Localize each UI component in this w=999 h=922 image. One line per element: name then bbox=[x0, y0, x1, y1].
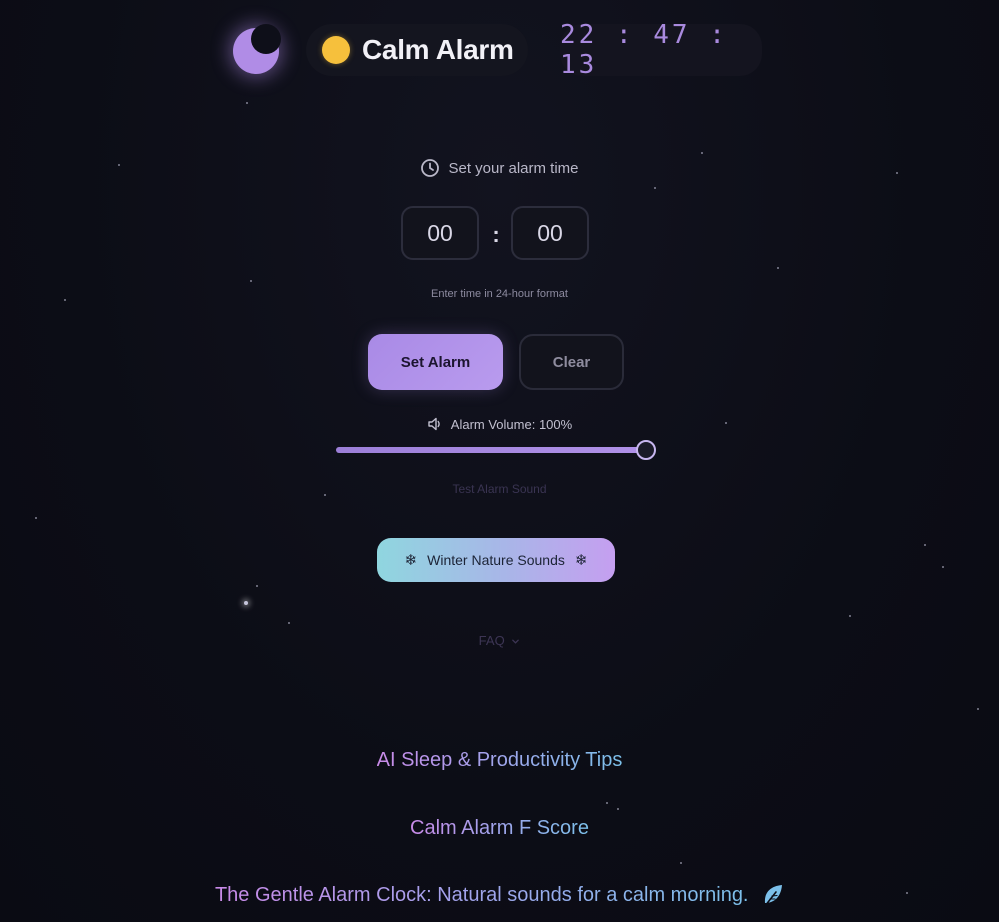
speaker-icon bbox=[428, 417, 440, 431]
nature-sounds-label: Winter Nature Sounds bbox=[427, 552, 565, 568]
theme-toggle-button[interactable] bbox=[228, 24, 284, 80]
set-alarm-label-text: Set your alarm time bbox=[448, 159, 579, 177]
volume-label: Alarm Volume: 100% bbox=[0, 416, 999, 432]
winter-nature-sounds-button[interactable]: ❄ Winter Nature Sounds ❄ bbox=[377, 538, 615, 582]
sleep-tips-link-row: AI Sleep & Productivity Tips bbox=[0, 749, 999, 772]
snowflake-icon: ❄ bbox=[574, 552, 588, 569]
faq-toggle[interactable]: FAQ bbox=[0, 633, 999, 648]
set-alarm-button[interactable]: Set Alarm bbox=[368, 334, 503, 390]
page-title: Calm Alarm bbox=[362, 34, 514, 65]
time-format-hint: Enter time in 24-hour format bbox=[431, 288, 568, 300]
sleep-tips-link[interactable]: AI Sleep & Productivity Tips bbox=[377, 749, 623, 771]
current-time-display: 22 : 47 : 13 bbox=[560, 20, 762, 80]
faq-label: FAQ bbox=[478, 633, 505, 648]
volume-slider-thumb[interactable] bbox=[636, 440, 656, 460]
time-separator: : bbox=[492, 222, 500, 247]
tagline-row: The Gentle Alarm Clock: Natural sounds f… bbox=[0, 884, 999, 908]
volume-slider-fill bbox=[336, 447, 646, 453]
calm-alarm-score-link[interactable]: Calm Alarm F Score bbox=[410, 817, 589, 839]
score-link-row: Calm Alarm F Score bbox=[0, 817, 999, 840]
clock-icon bbox=[421, 159, 440, 177]
minutes-input[interactable] bbox=[511, 206, 589, 260]
sun-icon bbox=[322, 36, 350, 64]
volume-label-text: Alarm Volume: 100% bbox=[450, 416, 573, 432]
page: Calm Alarm 22 : 47 : 13 Set your alarm t… bbox=[0, 0, 999, 922]
tagline-text: The Gentle Alarm Clock: Natural sounds f… bbox=[214, 884, 749, 907]
test-alarm-sound-link[interactable]: Test Alarm Sound bbox=[0, 482, 999, 496]
set-alarm-label: Set your alarm time bbox=[0, 158, 999, 178]
hours-input[interactable] bbox=[401, 206, 479, 260]
snowflake-icon: ❄ bbox=[404, 552, 418, 569]
clear-button[interactable]: Clear bbox=[519, 334, 624, 390]
leaf-icon bbox=[764, 885, 783, 907]
brand-header: Calm Alarm bbox=[306, 24, 528, 76]
volume-slider[interactable] bbox=[336, 440, 656, 460]
chevron-down-icon bbox=[512, 639, 520, 644]
